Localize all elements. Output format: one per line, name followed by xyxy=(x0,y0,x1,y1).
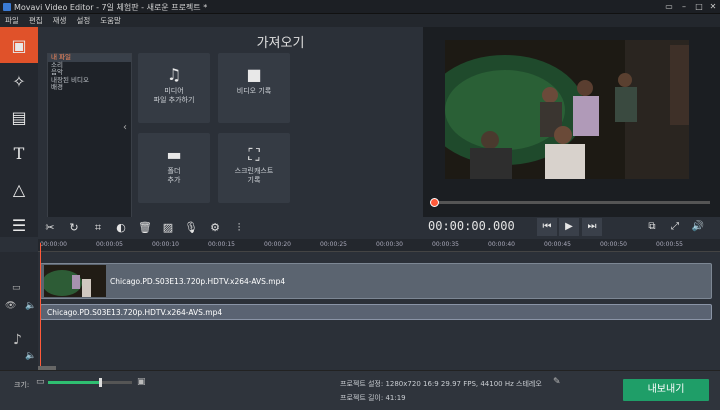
ruler-tick: 00:00:10 xyxy=(152,241,179,248)
project-settings: 프로젝트 설정: 1280x720 16:9 29.97 FPS, 44100 … xyxy=(340,380,542,388)
pencil-icon[interactable]: ✎ xyxy=(553,377,561,387)
previous-frame-button[interactable]: ⏮ xyxy=(537,218,557,236)
tile-label: 스크린캐스트 기록 xyxy=(234,167,274,184)
tree-item[interactable]: 배경 xyxy=(48,83,131,92)
magic-wand-icon: ✧ xyxy=(12,71,26,91)
gear-icon[interactable]: ⚙ xyxy=(205,220,225,236)
app-logo-icon xyxy=(3,3,11,11)
text-icon: T xyxy=(13,143,25,163)
add-media-tile[interactable]: ♫ 미디어 파일 추가하기 xyxy=(138,53,210,123)
edit-toolbar: ✂ ↻ ⌗ ◐ 🗑 ▨ 🎙 ⚙ ⫶ xyxy=(38,217,423,239)
bottom-bar xyxy=(0,370,720,410)
menu-bar: 파일 편집 재생 설정 도움말 xyxy=(0,14,720,27)
ruler-tick: 00:00:05 xyxy=(96,241,123,248)
record-video-tile[interactable]: ■ 비디오 기록 xyxy=(218,53,290,123)
ruler-tick: 00:00:45 xyxy=(544,241,571,248)
tile-label: 폴더 추가 xyxy=(167,167,181,184)
titles-tool-button[interactable]: T xyxy=(0,135,38,171)
crop-icon[interactable]: ⌗ xyxy=(88,220,108,236)
camera-icon: ■ xyxy=(246,65,262,84)
ruler-tick: 00:00:40 xyxy=(488,241,515,248)
menu-help[interactable]: 도움말 xyxy=(95,14,126,27)
zoom-slider-fill xyxy=(48,381,101,384)
close-button[interactable]: ✕ xyxy=(707,1,719,13)
speaker-icon[interactable]: 🔈 xyxy=(25,351,36,361)
tile-label: 미디어 파일 추가하기 xyxy=(153,87,195,104)
detach-preview-icon[interactable]: ⧉ xyxy=(642,218,662,236)
ruler-tick: 00:00:15 xyxy=(208,241,235,248)
menu-file[interactable]: 파일 xyxy=(0,14,24,27)
zoom-label: 크기: xyxy=(14,381,30,389)
timeline-ruler[interactable]: 00:00:00 00:00:05 00:00:10 00:00:15 00:0… xyxy=(38,239,720,252)
menu-playback[interactable]: 재생 xyxy=(48,14,72,27)
ruler-tick: 00:00:25 xyxy=(320,241,347,248)
ruler-tick: 00:00:20 xyxy=(264,241,291,248)
export-button[interactable]: 내보내기 xyxy=(623,379,709,401)
volume-icon[interactable]: 🔊 xyxy=(688,218,708,236)
more-tools-button[interactable]: ☰ xyxy=(0,207,38,243)
eye-icon[interactable]: 👁 xyxy=(5,301,16,311)
add-folder-tile[interactable]: ▬ 폴더 추가 xyxy=(138,133,210,203)
tile-label: 비디오 기록 xyxy=(236,87,272,95)
import-title: 가져오기 xyxy=(256,36,305,51)
next-frame-button[interactable]: ⏭ xyxy=(582,218,602,236)
image-icon[interactable]: ▨ xyxy=(158,220,178,236)
folder-icon: ▬ xyxy=(166,145,182,164)
casino-scene-image xyxy=(445,40,689,179)
collapse-chevron-icon[interactable]: ‹ xyxy=(123,122,131,136)
clip-thumbnail xyxy=(42,265,106,297)
menu-edit[interactable]: 편집 xyxy=(24,14,48,27)
ruler-tick: 00:00:50 xyxy=(600,241,627,248)
ruler-tick: 00:00:30 xyxy=(376,241,403,248)
zoom-slider-handle[interactable] xyxy=(99,378,103,387)
clip-thumbnail-image xyxy=(42,265,106,297)
title-bar: Movavi Video Editor - 7일 체험판 - 새로운 프로젝트 … xyxy=(0,0,720,14)
video-track-icon: ▭ xyxy=(12,283,21,293)
filter-icon: ▤ xyxy=(11,107,27,127)
seek-handle[interactable] xyxy=(430,198,439,207)
file-tree: 내 파일 소리 음악 내장된 비디오 배경 xyxy=(47,53,132,218)
video-frame[interactable] xyxy=(445,40,689,179)
playhead[interactable] xyxy=(40,243,41,368)
video-clip-name: Chicago.PD.S03E13.720p.HDTV.x264-AVS.mp4 xyxy=(110,277,286,286)
timecode: 00:00:00.000 xyxy=(428,219,515,233)
monitor-icon[interactable]: ▭ xyxy=(663,1,675,13)
project-length: 프로젝트 길이: 41:19 xyxy=(340,394,406,402)
screencast-tile[interactable]: ⛶ 스크린캐스트 기록 xyxy=(218,133,290,203)
media-files-icon: ♫ xyxy=(166,65,182,84)
zoom-out-icon[interactable]: ▭ xyxy=(36,377,45,387)
scissors-icon[interactable]: ✂ xyxy=(40,220,60,236)
window-title: Movavi Video Editor - 7일 체험판 - 새로운 프로젝트 … xyxy=(14,3,208,12)
music-note-icon: ♪ xyxy=(13,332,22,348)
menu-list-icon: ☰ xyxy=(11,215,27,235)
play-button[interactable]: ▶ xyxy=(559,218,579,236)
equalizer-icon[interactable]: ⫶ xyxy=(229,220,249,236)
import-tool-button[interactable]: ▣ xyxy=(0,27,38,63)
speaker-icon[interactable]: 🔈 xyxy=(25,301,36,311)
ruler-tick: 00:00:55 xyxy=(656,241,683,248)
seek-bar[interactable] xyxy=(433,201,710,204)
ruler-tick: 00:00:00 xyxy=(40,241,67,248)
trash-icon[interactable]: 🗑 xyxy=(135,220,155,236)
color-adjust-icon[interactable]: ◐ xyxy=(111,220,131,236)
music-track[interactable] xyxy=(40,325,712,368)
effects-tool-button[interactable]: ✧ xyxy=(0,63,38,99)
audio-clip-name: Chicago.PD.S03E13.720p.HDTV.x264-AVS.mp4 xyxy=(47,308,223,317)
microphone-icon[interactable]: 🎙 xyxy=(181,220,201,236)
minimize-button[interactable]: – xyxy=(678,1,690,13)
maximize-button[interactable]: □ xyxy=(693,1,705,13)
track-headers: ▭ 👁 🔈 ♪ 🔈 xyxy=(0,252,38,370)
zoom-in-icon[interactable]: ▣ xyxy=(137,377,146,387)
shapes-icon: △ xyxy=(12,179,26,199)
film-import-icon: ▣ xyxy=(11,35,27,55)
fullscreen-icon[interactable]: ⤢ xyxy=(665,218,685,236)
filters-tool-button[interactable]: ▤ xyxy=(0,99,38,135)
screencast-icon: ⛶ xyxy=(248,145,260,164)
ruler-tick: 00:00:35 xyxy=(432,241,459,248)
shapes-tool-button[interactable]: △ xyxy=(0,171,38,207)
side-toolbar: ▣ ✧ ▤ T △ ☰ xyxy=(0,27,38,237)
menu-settings[interactable]: 설정 xyxy=(71,14,95,27)
rotate-icon[interactable]: ↻ xyxy=(64,220,84,236)
